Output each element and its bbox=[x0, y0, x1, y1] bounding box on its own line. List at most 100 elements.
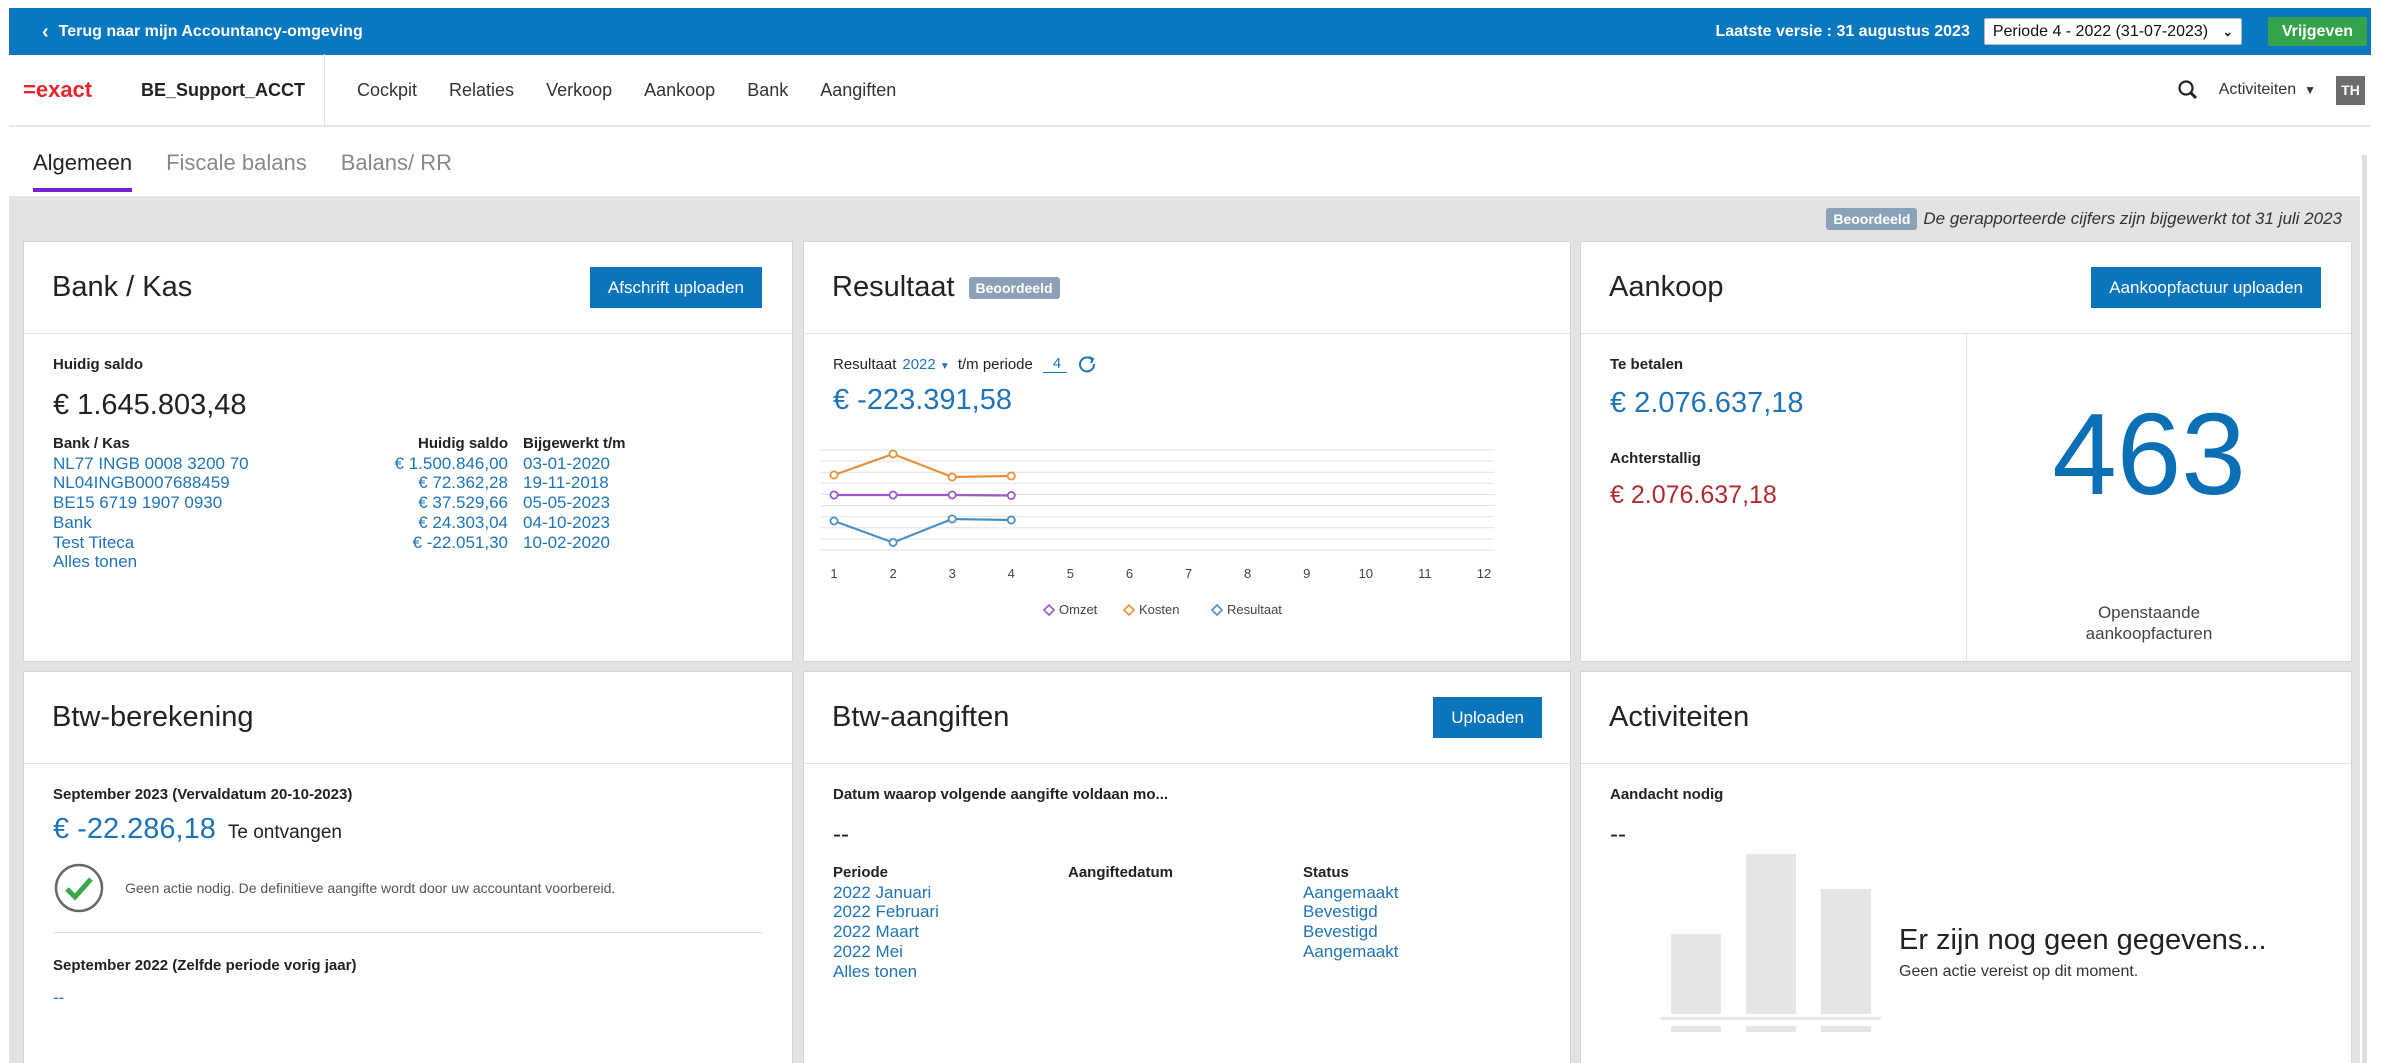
activities-menu[interactable]: Activiteiten ▼ bbox=[2219, 81, 2316, 99]
x-tick-label: 8 bbox=[1244, 566, 1251, 581]
activities-label: Activiteiten bbox=[2218, 81, 2297, 98]
column-header: Aangiftedatum bbox=[1068, 864, 1173, 881]
tab-fiscale-balans[interactable]: Fiscale balans bbox=[166, 150, 307, 188]
chevron-down-icon: ⌄ bbox=[2222, 24, 2233, 39]
vat-returns-table: Periode 2022 Januari 2022 Februari 2022 … bbox=[833, 863, 1541, 993]
upload-statement-button[interactable]: Afschrift uploaden bbox=[589, 267, 762, 308]
status-badge: Beoordeeld bbox=[1826, 208, 1918, 230]
legend-marker bbox=[1210, 603, 1224, 617]
empty-state-title: Er zijn nog geen gegevens... bbox=[1899, 924, 2267, 956]
data-point-resultaat bbox=[888, 538, 898, 548]
vat-return-period-link[interactable]: 2022 Januari bbox=[833, 883, 931, 902]
upload-button[interactable]: Uploaden bbox=[1433, 697, 1542, 738]
tab-bar: Algemeen Fiscale balans Balans/ RR bbox=[33, 150, 486, 192]
result-card: Resultaat Beoordeeld Resultaat 2022 ▼ t/… bbox=[803, 241, 1571, 662]
period-input[interactable]: 4 bbox=[1042, 355, 1068, 373]
x-tick-label: 6 bbox=[1126, 566, 1133, 581]
caret-down-icon: ▼ bbox=[2304, 83, 2316, 97]
avatar[interactable]: TH bbox=[2336, 75, 2365, 105]
vat-return-period-link[interactable]: 2022 Februari bbox=[833, 902, 939, 921]
column-header: Status bbox=[1303, 864, 1349, 881]
balance-value: € -22.051,30 bbox=[412, 532, 508, 552]
caret-down-icon: ▼ bbox=[939, 360, 950, 372]
x-tick-label: 4 bbox=[1008, 566, 1015, 581]
bank-account-link[interactable]: NL77 INGB 0008 3200 70 bbox=[53, 454, 249, 473]
card-title: Activiteiten bbox=[1609, 701, 1750, 733]
scrollbar[interactable] bbox=[2362, 155, 2367, 1063]
show-all-link[interactable]: Alles tonen bbox=[833, 962, 917, 981]
open-invoices-count[interactable]: 463 bbox=[1966, 387, 2332, 521]
x-tick-label: 1 bbox=[830, 566, 837, 581]
year-select[interactable]: 2022 ▼ bbox=[902, 356, 949, 373]
back-to-accountancy-link[interactable]: ‹ Terug naar mijn Accountancy-omgeving bbox=[42, 22, 363, 42]
nav-item-verkoop[interactable]: Verkoop bbox=[546, 80, 612, 101]
upload-purchase-invoice-button[interactable]: Aankoopfactuur uploaden bbox=[2091, 267, 2321, 308]
company-name[interactable]: BE_Support_ACCT bbox=[141, 80, 324, 101]
vat-return-status: Bevestigd bbox=[1303, 902, 1378, 922]
nav-item-aangiften[interactable]: Aangiften bbox=[820, 80, 896, 101]
nav-item-cockpit[interactable]: Cockpit bbox=[357, 80, 417, 101]
data-point-resultaat bbox=[1006, 515, 1016, 525]
empty-state: Er zijn nog geen gegevens... Geen actie … bbox=[1899, 924, 2267, 981]
open-invoices-label: Openstaande aankoopfacturen bbox=[1966, 602, 2332, 644]
bank-account-link[interactable]: NL04INGB0007688459 bbox=[53, 473, 230, 492]
result-amount: € -223.391,58 bbox=[833, 384, 1012, 416]
bank-account-link[interactable]: Bank bbox=[53, 513, 92, 532]
exact-logo[interactable]: =exact bbox=[23, 77, 117, 103]
result-filter-label: Resultaat bbox=[833, 355, 897, 373]
nav-item-bank[interactable]: Bank bbox=[747, 80, 788, 101]
legend-label: Kosten bbox=[1139, 602, 1179, 617]
release-button[interactable]: Vrijgeven bbox=[2267, 17, 2367, 46]
back-label: Terug naar mijn Accountancy-omgeving bbox=[58, 22, 363, 40]
x-tick-label: 3 bbox=[949, 566, 956, 581]
empty-state-subtitle: Geen actie vereist op dit moment. bbox=[1899, 963, 2139, 980]
upto-label: t/m periode bbox=[957, 355, 1033, 373]
open-invoices-label-line: Openstaande bbox=[2097, 603, 2201, 622]
card-title: Aankoop bbox=[1609, 271, 1724, 303]
data-point-kosten bbox=[947, 472, 957, 482]
vat-status-text: Geen actie nodig. De definitieve aangift… bbox=[125, 880, 616, 896]
vat-return-period-link[interactable]: 2022 Maart bbox=[833, 922, 919, 941]
card-title: Resultaat bbox=[832, 271, 955, 303]
refresh-icon[interactable] bbox=[1077, 354, 1097, 374]
vat-amount-suffix: Te ontvangen bbox=[227, 822, 342, 843]
period-select-value: Periode 4 - 2022 (31-07-2023) bbox=[1992, 22, 2209, 40]
attention-label: Aandacht nodig bbox=[1610, 786, 1724, 803]
dashboard-content: Beoordeeld De gerapporteerde cijfers zij… bbox=[9, 196, 2360, 1063]
x-tick-label: 12 bbox=[1477, 566, 1491, 581]
nav-item-aankoop[interactable]: Aankoop bbox=[644, 80, 715, 101]
main-nav: =exact BE_Support_ACCT Cockpit Relaties … bbox=[9, 54, 2371, 127]
vat-return-status: Bevestigd bbox=[1303, 922, 1378, 942]
report-notice: Beoordeeld De gerapporteerde cijfers zij… bbox=[1826, 208, 2342, 230]
current-balance-label: Huidig saldo bbox=[53, 356, 143, 373]
data-point-omzet bbox=[829, 490, 839, 500]
search-icon[interactable] bbox=[2177, 79, 2199, 101]
divider bbox=[53, 932, 763, 933]
next-return-label: Datum waarop volgende aangifte voldaan m… bbox=[833, 786, 1169, 803]
data-point-omzet bbox=[1006, 491, 1016, 501]
series-line-omzet bbox=[834, 493, 1012, 497]
balance-value: € 24.303,04 bbox=[418, 512, 508, 532]
balance-value: € 1.500.846,00 bbox=[394, 453, 508, 473]
current-balance-amount: € 1.645.803,48 bbox=[53, 389, 247, 421]
bank-table: Bank / Kas NL77 INGB 0008 3200 70 NL04IN… bbox=[53, 434, 763, 574]
legend-marker bbox=[1042, 603, 1056, 617]
tab-algemeen[interactable]: Algemeen bbox=[33, 150, 133, 192]
vat-amount[interactable]: € -22.286,18 bbox=[53, 813, 216, 846]
vat-return-period-link[interactable]: 2022 Mei bbox=[833, 942, 903, 961]
bank-account-link[interactable]: Test Titeca bbox=[53, 533, 134, 552]
purchase-card: Aankoop Aankoopfactuur uploaden Te betal… bbox=[1580, 241, 2352, 662]
tab-balans-rr[interactable]: Balans/ RR bbox=[341, 150, 452, 188]
chevron-left-icon: ‹ bbox=[42, 20, 49, 43]
period-select[interactable]: Periode 4 - 2022 (31-07-2023) ⌄ bbox=[1983, 18, 2242, 45]
balance-value: € 72.362,28 bbox=[418, 473, 508, 493]
card-title: Btw-berekening bbox=[52, 701, 254, 733]
x-tick-label: 9 bbox=[1303, 566, 1310, 581]
checkmark-icon bbox=[54, 863, 104, 913]
x-tick-label: 10 bbox=[1359, 566, 1373, 581]
show-all-link[interactable]: Alles tonen bbox=[53, 552, 137, 571]
year-select-value: 2022 bbox=[902, 355, 936, 373]
legend-label: Omzet bbox=[1059, 602, 1098, 617]
nav-item-relaties[interactable]: Relaties bbox=[449, 80, 514, 101]
bank-account-link[interactable]: BE15 6719 1907 0930 bbox=[53, 493, 222, 512]
